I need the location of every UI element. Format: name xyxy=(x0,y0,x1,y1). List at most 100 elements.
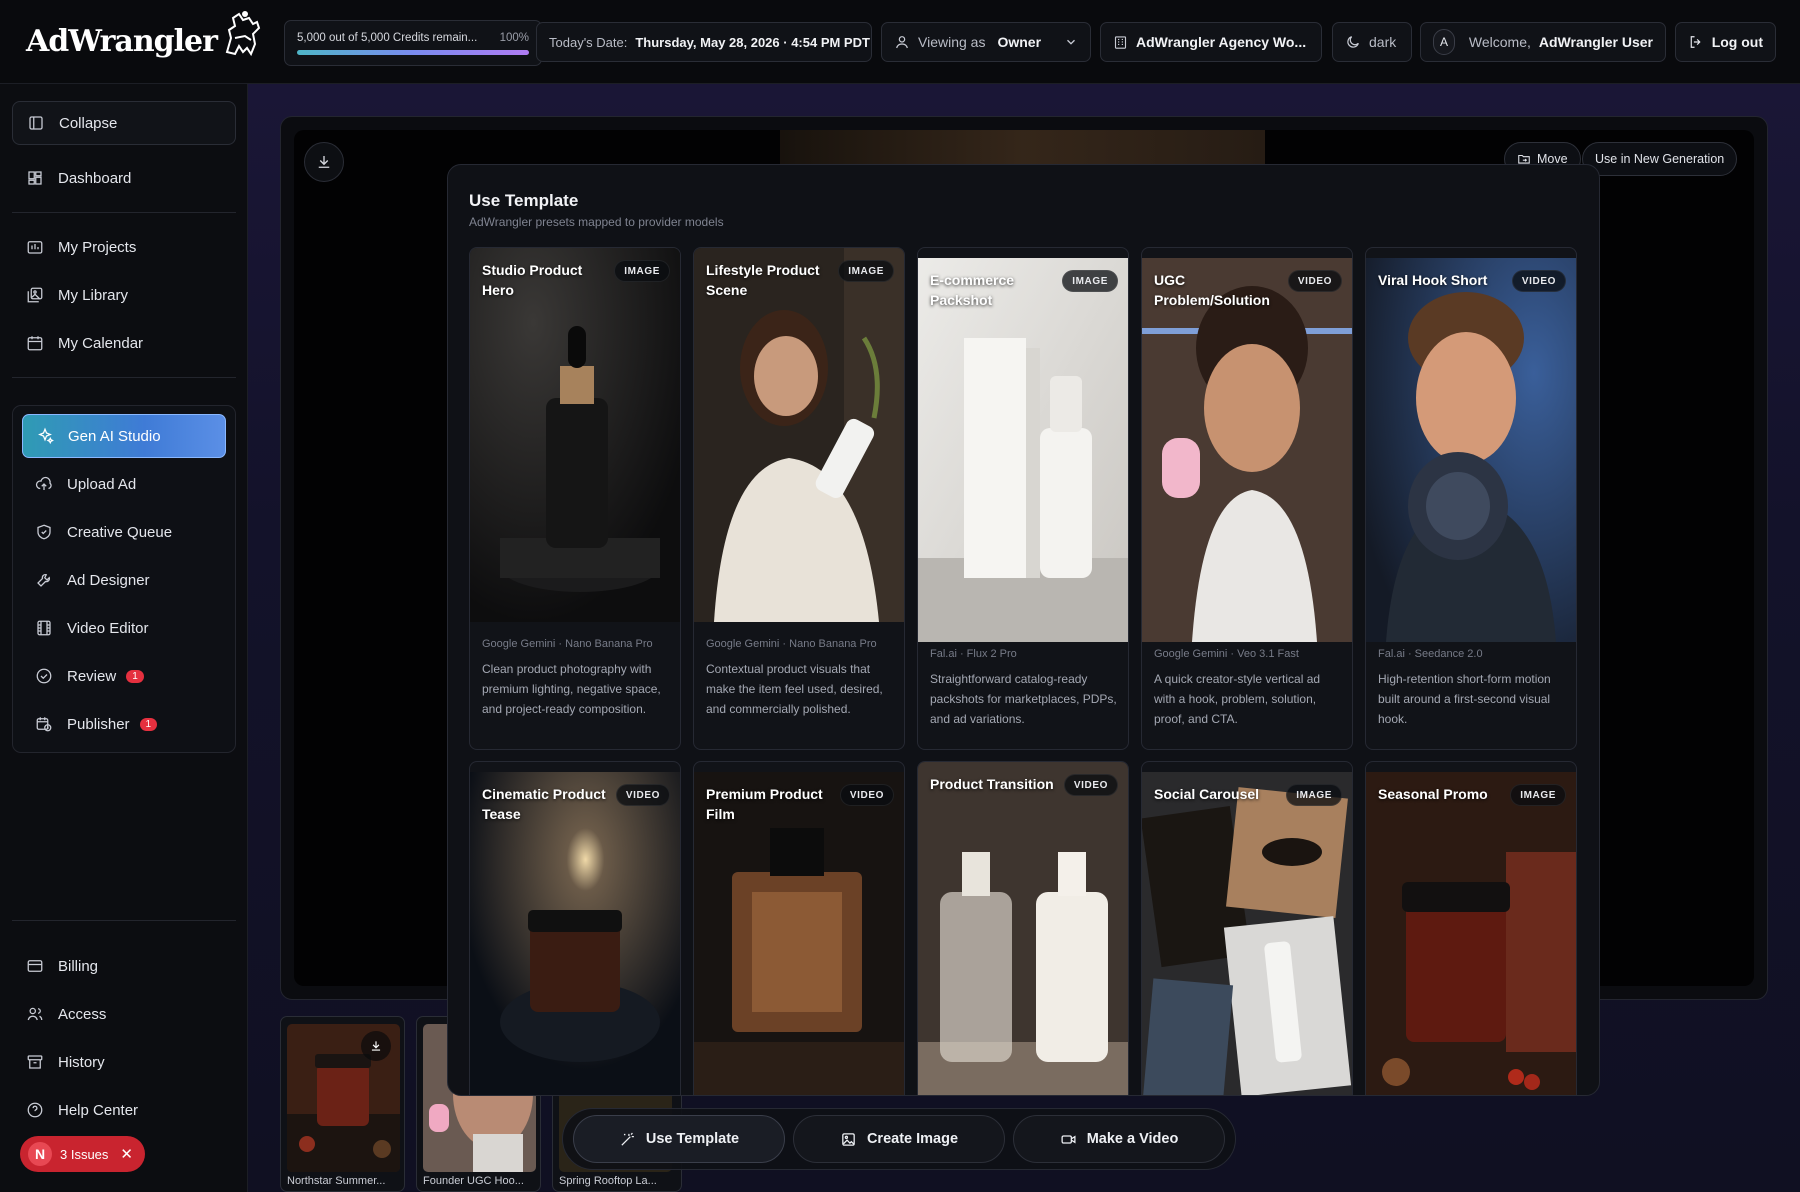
sidebar-item-label: My Calendar xyxy=(58,334,144,352)
sidebar-item-ad-designer[interactable]: Ad Designer xyxy=(22,558,226,602)
date-value: Thursday, May 28, 2026 · 4:54 PM PDT xyxy=(635,34,870,50)
modal-subtitle: AdWrangler presets mapped to provider mo… xyxy=(469,215,724,229)
card-type-badge: IMAGE xyxy=(1510,784,1566,806)
theme-label: dark xyxy=(1369,34,1397,50)
library-icon xyxy=(27,287,43,303)
credits-progress-bar xyxy=(297,49,529,55)
sidebar-item-label: Help Center xyxy=(58,1101,139,1119)
template-card-seasonal-promo[interactable]: Seasonal Promo IMAGE xyxy=(1365,761,1577,1095)
user-welcome[interactable]: A Welcome, AdWrangler User xyxy=(1420,22,1666,62)
card-title: E-commerce Packshot xyxy=(930,272,1015,308)
sidebar-collapse-icon xyxy=(29,116,43,130)
sidebar-item-upload-ad[interactable]: Upload Ad xyxy=(22,462,226,506)
sidebar-item-label: Upload Ad xyxy=(67,475,137,493)
template-card-lifestyle-product-scene[interactable]: Lifestyle Product Scene IMAGE Google Gem… xyxy=(693,247,905,750)
moon-icon xyxy=(1347,36,1359,48)
template-image xyxy=(918,762,1128,1095)
card-title: Premium Product Film xyxy=(706,786,823,822)
template-image xyxy=(918,258,1128,642)
thumbnail-caption: Spring Rooftop La... xyxy=(559,1175,657,1187)
workspace-name: AdWrangler Agency Wo... xyxy=(1136,34,1307,50)
sidebar-item-label: Dashboard xyxy=(58,169,132,187)
workspace-selector[interactable]: AdWrangler Agency Wo... xyxy=(1100,22,1322,62)
card-title: Viral Hook Short xyxy=(1378,272,1488,288)
upload-cloud-icon xyxy=(35,476,52,490)
sidebar-item-creative-queue[interactable]: Creative Queue xyxy=(22,510,226,554)
template-card-cinematic-product-tease[interactable]: Cinematic Product Tease VIDEO xyxy=(469,761,681,1095)
sidebar-item-gen-ai-studio[interactable]: Gen AI Studio xyxy=(22,414,226,458)
sidebar-item-label: Publisher xyxy=(67,715,130,733)
viewing-as-select[interactable]: Viewing as Owner xyxy=(881,22,1091,62)
collapse-button[interactable]: Collapse xyxy=(12,101,236,145)
create-image-label: Create Image xyxy=(866,1131,959,1147)
template-image xyxy=(1366,772,1576,1095)
top-bar: AdWrangler 5,000 out of 5,000 Credits re… xyxy=(0,0,1800,84)
template-card-viral-hook-short[interactable]: Viral Hook Short VIDEO Fal.ai · Seedance… xyxy=(1365,247,1577,750)
template-card-social-carousel[interactable]: Social Carousel IMAGE xyxy=(1141,761,1353,1095)
card-model: Fal.ai · Seedance 2.0 xyxy=(1378,648,1483,660)
card-description: Straightforward catalog-ready packshots … xyxy=(930,672,1117,726)
sidebar-item-review[interactable]: Review 1 xyxy=(22,654,226,698)
use-template-button[interactable]: Use Template xyxy=(573,1115,785,1163)
template-image xyxy=(1142,772,1352,1095)
dashboard-icon xyxy=(28,171,42,185)
sidebar-item-video-editor[interactable]: Video Editor xyxy=(22,606,226,650)
sidebar-item-my-library[interactable]: My Library xyxy=(12,273,236,317)
card-title: Product Transition xyxy=(930,776,1054,792)
magic-wand-icon xyxy=(621,1132,634,1146)
sidebar-item-billing[interactable]: Billing xyxy=(12,944,236,988)
help-circle-icon xyxy=(27,1102,43,1118)
theme-toggle[interactable]: dark xyxy=(1332,22,1412,62)
download-icon[interactable] xyxy=(361,1031,391,1061)
video-camera-icon xyxy=(1061,1134,1076,1144)
sidebar-item-help-center[interactable]: Help Center xyxy=(12,1088,236,1132)
welcome-label: Welcome, xyxy=(1468,34,1531,50)
card-title: Social Carousel xyxy=(1154,786,1260,802)
sidebar-item-history[interactable]: History xyxy=(12,1040,236,1084)
sidebar-item-dashboard[interactable]: Dashboard xyxy=(12,156,236,200)
logout-button[interactable]: Log out xyxy=(1675,22,1776,62)
brand-logo[interactable]: AdWrangler xyxy=(26,10,263,72)
action-bar: Use Template Create Image Make a Video xyxy=(562,1108,1236,1170)
card-type-badge: IMAGE xyxy=(614,260,670,282)
card-model: Fal.ai · Flux 2 Pro xyxy=(930,648,1017,660)
viewing-label: Viewing as xyxy=(918,34,986,50)
make-video-button[interactable]: Make a Video xyxy=(1013,1115,1225,1163)
sidebar-item-label: Gen AI Studio xyxy=(68,427,161,445)
template-card-premium-product-film[interactable]: Premium Product Film VIDEO xyxy=(693,761,905,1095)
use-in-new-generation-button[interactable]: Use in New Generation xyxy=(1582,142,1738,176)
sidebar-item-my-projects[interactable]: My Projects xyxy=(12,225,236,269)
thumbnail-card[interactable]: Northstar Summer... xyxy=(280,1016,405,1192)
template-image xyxy=(1142,258,1352,642)
template-image xyxy=(470,248,680,622)
card-description: Clean product photography with premium l… xyxy=(482,662,661,716)
template-card-studio-product-hero[interactable]: Studio Product Hero IMAGE Google Gemini … xyxy=(469,247,681,750)
issues-badge[interactable]: N 3 Issues ✕ xyxy=(20,1136,145,1172)
card-type-badge: VIDEO xyxy=(1511,270,1566,292)
thumbnail-caption: Founder UGC Hoo... xyxy=(423,1175,524,1187)
create-image-button[interactable]: Create Image xyxy=(793,1115,1005,1163)
sidebar-item-label: Ad Designer xyxy=(67,571,150,589)
use-new-label: Use in New Generation xyxy=(1595,152,1725,166)
template-card-ugc-problem-solution[interactable]: UGC Problem/Solution VIDEO Google Gemini… xyxy=(1141,247,1353,750)
sidebar-item-label: Review xyxy=(67,667,117,685)
users-icon xyxy=(27,1007,43,1021)
close-icon[interactable]: ✕ xyxy=(120,1145,133,1163)
template-card-e-commerce-packshot[interactable]: E-commerce Packshot IMAGE Fal.ai · Flux … xyxy=(917,247,1129,750)
archive-icon xyxy=(27,1055,43,1069)
download-button[interactable] xyxy=(304,142,344,182)
card-description: High-retention short-form motion built a… xyxy=(1378,672,1551,726)
logout-label: Log out xyxy=(1711,34,1763,50)
issues-letter: N xyxy=(28,1142,52,1166)
credits-meter[interactable]: 5,000 out of 5,000 Credits remain... 100% xyxy=(284,20,542,66)
viewing-value: Owner xyxy=(997,34,1042,50)
sidebar-item-my-calendar[interactable]: My Calendar xyxy=(12,321,236,365)
sidebar-item-publisher[interactable]: Publisher 1 xyxy=(22,702,226,746)
sidebar-item-label: Video Editor xyxy=(67,619,149,637)
film-icon xyxy=(37,620,51,636)
sidebar-item-access[interactable]: Access xyxy=(12,992,236,1036)
sidebar-item-label: Access xyxy=(58,1005,107,1023)
template-card-product-transition[interactable]: Product Transition VIDEO xyxy=(917,761,1129,1095)
logout-icon xyxy=(1690,36,1701,48)
credit-card-icon xyxy=(27,960,43,972)
